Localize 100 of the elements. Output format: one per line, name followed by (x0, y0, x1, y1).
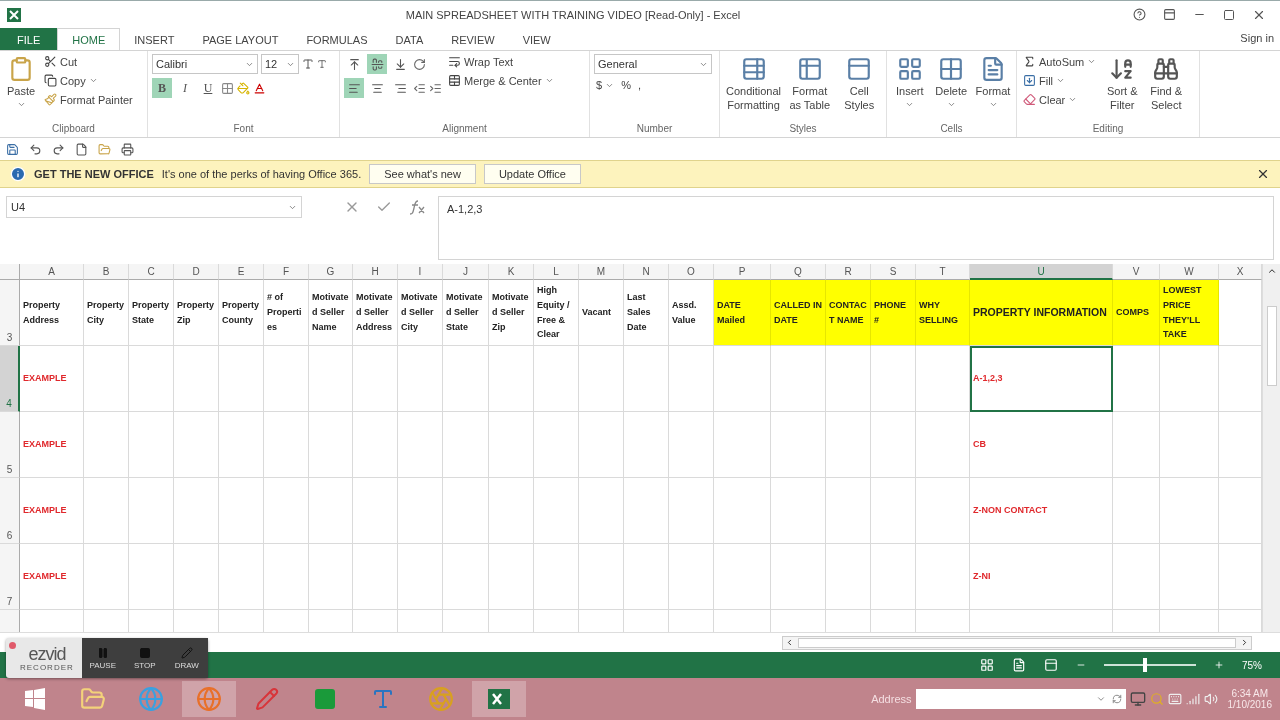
column-header[interactable]: A (20, 264, 84, 280)
cells-button[interactable]: Format (974, 54, 1012, 123)
comma-button[interactable]: , (635, 78, 643, 92)
shrink-font-icon[interactable] (317, 59, 327, 69)
column-header[interactable]: H (353, 264, 398, 280)
row-header[interactable]: 5 (0, 412, 20, 478)
taskbar-button[interactable] (472, 681, 526, 717)
row-header[interactable]: 3 (0, 280, 20, 346)
clear-button[interactable]: Clear (1021, 92, 1099, 107)
font-style-button[interactable]: B (152, 78, 172, 98)
zoom-thumb[interactable] (1143, 658, 1148, 672)
wrap-text-button[interactable]: Wrap Text (446, 54, 556, 69)
undo-icon[interactable] (29, 142, 42, 156)
info-button[interactable]: See what's new (369, 164, 476, 184)
scroll-up-icon[interactable] (1266, 266, 1277, 276)
folder-icon[interactable] (98, 142, 111, 156)
column-header[interactable]: M (579, 264, 624, 280)
close-icon[interactable] (1256, 167, 1270, 181)
paste-button[interactable]: Paste (4, 54, 38, 123)
row-header[interactable]: 4 (0, 346, 20, 412)
selected-cell[interactable]: A-1,2,3 (970, 346, 1113, 412)
column-header[interactable]: G (309, 264, 353, 280)
column-header[interactable]: D (174, 264, 219, 280)
column-header[interactable]: J (443, 264, 489, 280)
zoom-in-icon[interactable] (1214, 660, 1224, 670)
column-header[interactable]: V (1113, 264, 1160, 280)
column-header[interactable]: R (826, 264, 871, 280)
borders-icon[interactable] (221, 81, 234, 95)
recorder-button[interactable]: DRAW (165, 638, 208, 678)
column-header[interactable]: T (916, 264, 970, 280)
font-style-button[interactable]: I (175, 78, 195, 98)
select-all-corner[interactable] (0, 264, 20, 280)
increase-indent-icon[interactable] (429, 81, 442, 95)
copy-button[interactable]: Copy (42, 73, 135, 88)
styles-button[interactable]: Cell Styles (836, 54, 882, 123)
scroll-right-icon[interactable] (1240, 638, 1249, 647)
column-header[interactable]: L (534, 264, 579, 280)
ribbon-tab[interactable]: HOME (57, 28, 121, 51)
recorder-button[interactable]: PAUSE (81, 638, 124, 678)
cells-button[interactable]: Delete (932, 54, 970, 123)
column-header[interactable]: X (1219, 264, 1262, 280)
normal-view-icon[interactable] (980, 658, 994, 672)
column-header[interactable]: U (970, 264, 1113, 280)
column-header[interactable]: C (129, 264, 174, 280)
column-header[interactable]: S (871, 264, 916, 280)
monitor-icon[interactable] (1129, 691, 1146, 707)
number-format-field[interactable]: General (594, 54, 712, 74)
decrease-indent-icon[interactable] (413, 81, 426, 95)
font-size-field[interactable]: 12 (261, 54, 299, 74)
grow-font-icon[interactable] (302, 58, 314, 70)
info-button[interactable]: Update Office (483, 164, 581, 184)
row-header[interactable]: 6 (0, 478, 20, 544)
orientation-icon[interactable] (413, 57, 426, 71)
horizontal-scrollbar[interactable] (782, 635, 1252, 650)
column-header[interactable]: F (264, 264, 309, 280)
keyboard-icon[interactable] (1167, 692, 1182, 706)
page-break-view-icon[interactable] (1044, 658, 1058, 672)
print-icon[interactable] (121, 142, 134, 156)
percent-button[interactable]: % (619, 78, 633, 92)
save-icon[interactable] (6, 142, 19, 156)
font-color-icon[interactable] (253, 81, 266, 95)
signal-icon[interactable] (1185, 692, 1200, 706)
formula-field[interactable]: A-1,2,3 (438, 196, 1274, 260)
column-header[interactable]: O (669, 264, 714, 280)
column-header[interactable]: B (84, 264, 129, 280)
recorder-button[interactable]: STOP (123, 638, 166, 678)
cut-button[interactable]: Cut (42, 54, 135, 69)
column-header[interactable]: N (624, 264, 669, 280)
scroll-thumb[interactable] (1266, 306, 1277, 386)
column-header[interactable]: K (489, 264, 534, 280)
fill-button[interactable]: Fill (1021, 73, 1099, 88)
page-layout-view-icon[interactable] (1012, 658, 1026, 672)
column-header[interactable]: W (1160, 264, 1219, 280)
name-box[interactable]: U4 (6, 196, 302, 218)
styles-button[interactable]: Format as Table (787, 54, 833, 123)
file-tab[interactable]: FILE (0, 28, 58, 51)
vertical-align-button[interactable] (367, 54, 387, 74)
sign-in-link[interactable]: Sign in (1240, 28, 1280, 50)
merge-center-button[interactable]: Merge & Center (446, 73, 556, 88)
scroll-left-icon[interactable] (785, 638, 794, 647)
font-style-button[interactable]: U (198, 78, 218, 98)
new-file-icon[interactable] (75, 142, 88, 156)
function-icon[interactable] (408, 199, 426, 215)
editing-button[interactable]: Sort & Filter (1102, 54, 1143, 123)
font-name-field[interactable]: Calibri (152, 54, 258, 74)
column-header[interactable]: P (714, 264, 771, 280)
row-header[interactable]: 7 (0, 544, 20, 610)
column-header[interactable]: I (398, 264, 443, 280)
cells-button[interactable]: Insert (891, 54, 929, 123)
scroll-thumb[interactable] (798, 637, 1236, 648)
styles-button[interactable]: Conditional Formatting (724, 54, 784, 123)
column-header[interactable]: Q (771, 264, 826, 280)
autosum-button[interactable]: AutoSum (1021, 54, 1099, 69)
address-field[interactable] (915, 689, 1126, 709)
format-painter-button[interactable]: Format Painter (42, 92, 135, 107)
currency-button[interactable]: $ (594, 78, 617, 92)
redo-icon[interactable] (52, 142, 65, 156)
editing-button[interactable]: Find & Select (1146, 54, 1187, 123)
volume-icon[interactable] (1203, 692, 1218, 706)
column-header[interactable]: E (219, 264, 264, 280)
